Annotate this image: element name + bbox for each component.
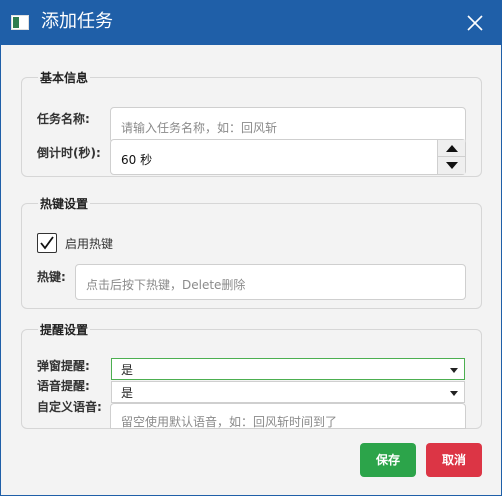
countdown-spinbox[interactable]: 60 秒: [110, 139, 466, 175]
hotkey-placeholder: 点击后按下热键，Delete删除: [86, 278, 246, 292]
arrow-down-icon: [446, 162, 458, 169]
chevron-down-icon: [450, 391, 458, 396]
popup-reminder-value: 是: [121, 363, 134, 377]
window-title: 添加任务: [41, 11, 113, 32]
enable-hotkey-checkbox[interactable]: [37, 233, 57, 253]
add-task-dialog: 添加任务 基本信息 任务名称: 请输入任务名称，如：回风斩 倒计时(秒): 60…: [0, 0, 502, 496]
voice-reminder-value: 是: [121, 386, 134, 400]
voice-reminder-label: 语音提醒:: [37, 379, 90, 393]
title-bar: 添加任务: [1, 1, 501, 45]
cancel-button[interactable]: 取消: [426, 443, 482, 477]
task-name-input[interactable]: 请输入任务名称，如：回风斩: [110, 107, 466, 143]
countdown-value: 60 秒: [121, 153, 153, 167]
arrow-up-icon: [446, 145, 458, 152]
task-name-label: 任务名称:: [37, 112, 90, 126]
countdown-label: 倒计时(秒):: [37, 146, 101, 160]
group-title-hotkey: 热键设置: [38, 196, 91, 212]
enable-hotkey-label: 启用热键: [65, 237, 114, 251]
group-title-basic: 基本信息: [38, 70, 91, 86]
spin-down-button[interactable]: [438, 157, 465, 174]
task-name-placeholder: 请输入任务名称，如：回风斩: [121, 121, 278, 135]
custom-voice-placeholder: 留空使用默认语音，如：回风斩时间到了: [121, 415, 338, 429]
custom-voice-label: 自定义语音:: [37, 400, 102, 414]
popup-reminder-select[interactable]: 是: [111, 358, 465, 380]
voice-reminder-select[interactable]: 是: [111, 381, 465, 403]
close-icon: [467, 15, 483, 31]
hotkey-label: 热键:: [37, 270, 66, 284]
save-button[interactable]: 保存: [360, 443, 416, 477]
app-icon: [11, 15, 29, 30]
hotkey-input[interactable]: 点击后按下热键，Delete删除: [75, 264, 466, 300]
spin-up-button[interactable]: [438, 140, 465, 157]
popup-reminder-label: 弹窗提醒:: [37, 359, 90, 373]
spin-buttons: [437, 140, 465, 174]
check-icon: [40, 236, 54, 250]
close-button[interactable]: [463, 11, 487, 35]
group-title-reminder: 提醒设置: [38, 322, 91, 338]
chevron-down-icon: [450, 368, 458, 373]
custom-voice-input[interactable]: 留空使用默认语音，如：回风斩时间到了: [110, 403, 466, 429]
